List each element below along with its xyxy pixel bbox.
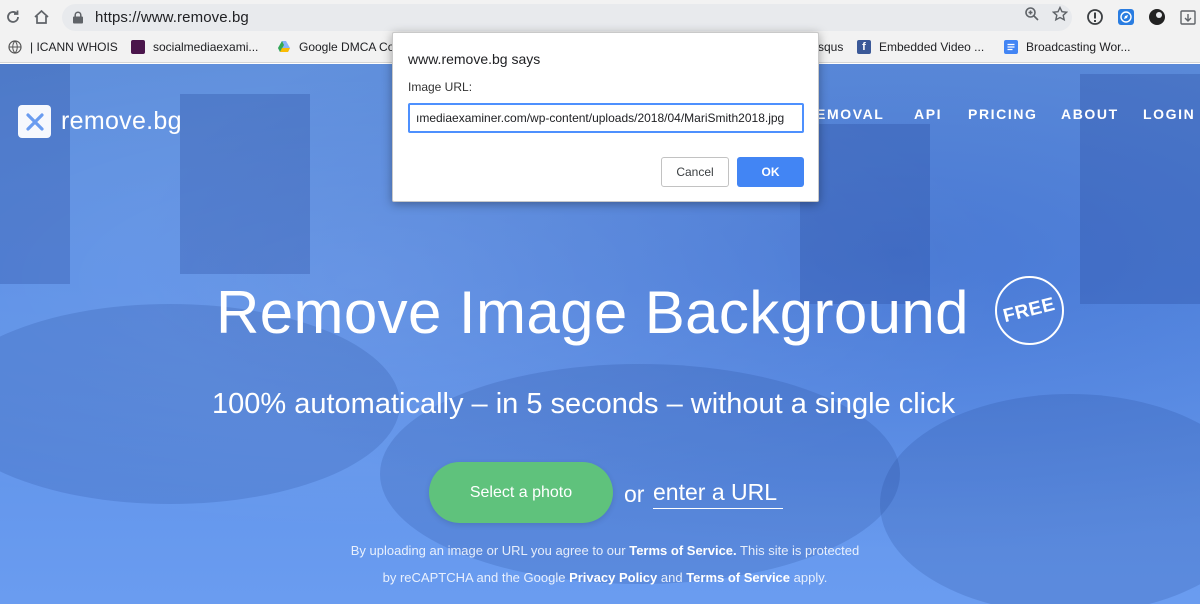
bookmark-label: Embedded Video ...: [879, 40, 985, 54]
facebook-icon: f: [857, 40, 871, 54]
logo-icon: [18, 105, 51, 138]
slack-icon: [131, 40, 145, 54]
extension-info-icon[interactable]: [1084, 6, 1106, 28]
image-url-input[interactable]: ımediaexaminer.com/wp-content/uploads/20…: [408, 103, 804, 133]
bookmark-label: Google DMCA Co: [299, 40, 395, 54]
select-photo-button[interactable]: Select a photo: [429, 462, 613, 523]
background-building: [800, 124, 930, 304]
browser-toolbar: https://www.remove.bg: [0, 0, 1200, 35]
globe-icon: [8, 40, 22, 54]
nav-pricing[interactable]: PRICING: [968, 106, 1038, 122]
nav-login[interactable]: LOGIN: [1143, 106, 1195, 122]
address-text: https://www.remove.bg: [95, 9, 249, 26]
bookmark-icann-whois[interactable]: | ICANN WHOIS: [8, 40, 118, 54]
legal-text: This site is protected: [740, 543, 860, 558]
free-badge-label: FREE: [1001, 293, 1058, 327]
terms-link-2[interactable]: Terms of Service: [686, 570, 790, 585]
legal-text: and: [660, 570, 683, 585]
url-prompt-dialog: www.remove.bg says Image URL: ımediaexam…: [392, 32, 819, 202]
home-icon[interactable]: [30, 6, 52, 28]
or-text: or: [624, 481, 645, 507]
extension-compass-icon[interactable]: [1115, 6, 1137, 28]
logo-text: remove.bg: [61, 107, 182, 135]
zoom-icon[interactable]: [1024, 6, 1040, 27]
dialog-title: www.remove.bg says: [408, 51, 541, 67]
cancel-button[interactable]: Cancel: [661, 157, 729, 187]
hero-subtitle: 100% automatically – in 5 seconds – with…: [212, 388, 956, 420]
legal-line-2: by reCAPTCHA and the Google Privacy Poli…: [0, 570, 1200, 585]
extension-dark-icon[interactable]: [1146, 6, 1168, 28]
extension-clipboard-icon[interactable]: [1177, 6, 1199, 28]
bookmark-label: socialmediaexami...: [153, 40, 259, 54]
legal-text: By uploading an image or URL you agree t…: [350, 543, 626, 558]
dialog-label: Image URL:: [408, 80, 473, 94]
terms-link[interactable]: Terms of Service.: [629, 543, 736, 558]
lock-icon: [72, 11, 84, 24]
background-building: [0, 64, 70, 284]
reload-icon[interactable]: [2, 6, 24, 28]
legal-text: by reCAPTCHA and the Google: [382, 570, 566, 585]
nav-api[interactable]: API: [914, 106, 942, 122]
legal-line-1: By uploading an image or URL you agree t…: [0, 543, 1200, 558]
bookmark-socialmediaexaminer[interactable]: socialmediaexami...: [131, 40, 258, 54]
nav-removal[interactable]: EMOVAL: [816, 106, 884, 122]
drive-icon: [277, 40, 291, 54]
ok-button[interactable]: OK: [737, 157, 804, 187]
bookmark-embedded-video[interactable]: f Embedded Video ...: [857, 40, 984, 54]
hero-title: Remove Image Background: [216, 279, 969, 346]
privacy-policy-link[interactable]: Privacy Policy: [569, 570, 657, 585]
enter-url-link[interactable]: enter a URL: [653, 479, 783, 509]
nav-about[interactable]: ABOUT: [1061, 106, 1119, 122]
free-badge: FREE: [995, 276, 1064, 345]
address-bar[interactable]: https://www.remove.bg: [62, 4, 1072, 31]
legal-text: apply.: [793, 570, 828, 585]
bookmark-broadcasting[interactable]: Broadcasting Wor...: [1004, 40, 1131, 54]
site-logo[interactable]: remove.bg: [18, 105, 182, 138]
bookmark-google-dmca[interactable]: Google DMCA Co: [277, 40, 394, 54]
bookmark-label: Broadcasting Wor...: [1026, 40, 1131, 54]
docs-icon: [1004, 40, 1018, 54]
bookmark-label: squs: [818, 40, 844, 54]
bookmark-star-icon[interactable]: [1051, 5, 1069, 27]
background-building: [180, 94, 310, 274]
bookmark-label: | ICANN WHOIS: [30, 40, 118, 54]
bookmark-disqus[interactable]: squs: [818, 40, 843, 54]
